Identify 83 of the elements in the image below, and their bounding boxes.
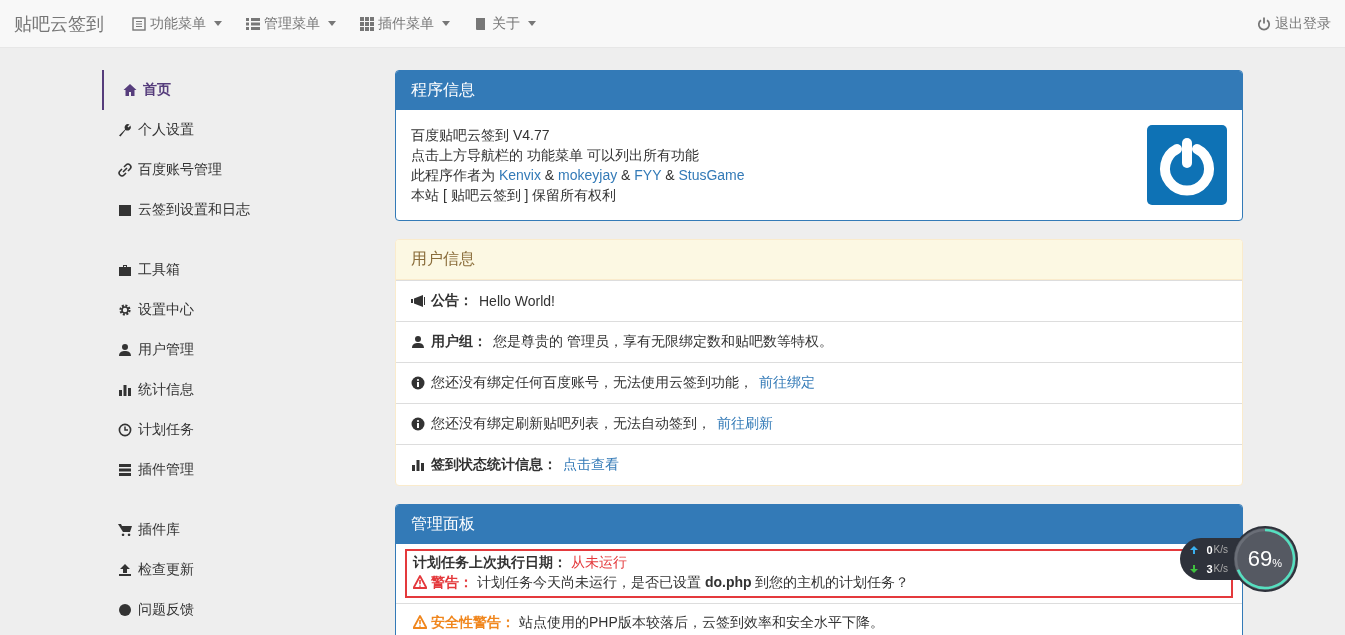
menu-dropdown[interactable]: 插件菜单 — [355, 14, 455, 33]
warning-text: 计划任务今天尚未运行，是否已设置 do.php 到您的主机的计划任务？ — [477, 573, 910, 592]
row-label: 签到状态统计信息： — [431, 456, 557, 474]
caret-icon — [214, 21, 222, 26]
speed-unit: K/s — [1213, 544, 1228, 555]
author-link[interactable]: Kenvix — [498, 167, 541, 183]
info-text: 本站 [ 贴吧云签到 ] 保留所有权利 — [411, 186, 618, 205]
warning-label: 安全性警告： — [431, 613, 515, 632]
upload-icon — [118, 563, 132, 577]
panel-title: 用户信息 — [396, 240, 1242, 280]
down-arrow-icon — [1190, 564, 1198, 573]
sidebar-item[interactable]: 计划任务 — [102, 410, 380, 450]
menu-dropdown[interactable]: 功能菜单 — [127, 14, 227, 33]
row-label: 公告： — [431, 292, 473, 310]
percent-sign: % — [1272, 557, 1283, 569]
power-logo-icon — [1147, 125, 1227, 205]
row-link[interactable]: 前往刷新 — [717, 415, 773, 433]
cart-icon — [118, 523, 132, 537]
sidebar-item[interactable]: 问题反馈 — [102, 590, 380, 630]
row-text: 您还没有绑定任何百度账号，无法使用云签到功能， — [431, 374, 753, 392]
up-arrow-icon — [1190, 545, 1198, 554]
sidebar-item[interactable]: 插件库 — [102, 510, 380, 550]
speed-unit: K/s — [1213, 563, 1228, 574]
menu-dropdown[interactable]: 管理菜单 — [241, 14, 341, 33]
row-label: 用户组： — [431, 333, 487, 351]
row-label: 计划任务上次执行日期： — [413, 553, 567, 572]
usage-percent: 69 — [1247, 546, 1273, 572]
user-icon — [411, 335, 425, 349]
warning-text: 站点使用的PHP版本较落后，云签到效率和安全水平下降。 — [519, 613, 884, 632]
panel-title: 程序信息 — [396, 71, 1242, 110]
sidebar-item[interactable]: 统计信息 — [102, 370, 380, 410]
user-icon — [118, 343, 132, 357]
download-speed: 3 — [1206, 562, 1213, 575]
bar-chart-icon — [411, 458, 425, 472]
home-icon — [123, 83, 137, 97]
usage-gauge-drawing — [1232, 526, 1298, 592]
logout-link[interactable]: 退出登录 — [1257, 14, 1331, 33]
author-link[interactable]: mokeyjay — [558, 167, 618, 183]
author-link[interactable]: FYY — [634, 167, 662, 183]
row-link[interactable]: 前往绑定 — [759, 374, 815, 392]
sidebar-item[interactable]: 插件管理 — [102, 450, 380, 490]
info-icon — [411, 417, 425, 431]
gear-icon — [118, 303, 132, 317]
caret-icon — [328, 21, 336, 26]
brand-link[interactable]: 贴吧云签到 — [14, 11, 104, 36]
sidebar-item[interactable]: 工具箱 — [102, 250, 380, 290]
status-text: 从未运行 — [571, 553, 627, 572]
row-text: 您还没有绑定刷新贴吧列表，无法自动签到， — [431, 415, 711, 433]
clock-icon — [118, 423, 132, 437]
list-icon — [246, 16, 260, 31]
book-icon — [474, 16, 488, 31]
sidebar-item[interactable]: 首页 — [102, 70, 380, 110]
wrench-icon — [118, 123, 132, 137]
list-icon — [118, 463, 132, 477]
sidebar-item[interactable]: 百度账号管理 — [102, 150, 380, 190]
author-link[interactable]: StusGame — [678, 167, 745, 183]
row-text: 您是尊贵的 管理员，享有无限绑定数和贴吧数等特权。 — [493, 333, 833, 351]
row-link[interactable]: 点击查看 — [563, 456, 619, 474]
grid-icon — [360, 16, 374, 31]
info-text: 此程序作者为 Kenvix & mokeyjay & FYY & StusGame — [411, 166, 745, 185]
menu-dropdown[interactable]: 关于 — [469, 14, 541, 33]
info-text: 百度贴吧云签到 V4.77 — [411, 126, 551, 145]
row-text: Hello World! — [479, 293, 555, 309]
warning-label: 警告： — [431, 573, 473, 592]
megaphone-icon — [411, 294, 425, 308]
info-text: 点击上方导航栏的 功能菜单 可以列出所有功能 — [411, 146, 700, 165]
sidebar-item[interactable]: 个人设置 — [102, 110, 380, 150]
link-icon — [118, 163, 132, 177]
list-icon — [132, 16, 146, 31]
sidebar-item[interactable]: 用户管理 — [102, 330, 380, 370]
bar-chart-icon — [118, 383, 132, 397]
warning-icon — [413, 615, 427, 629]
power-icon — [1257, 16, 1271, 31]
upload-speed: 0 — [1206, 543, 1213, 556]
panel-title: 管理面板 — [396, 505, 1242, 544]
sidebar-item[interactable]: 云签到设置和日志 — [102, 190, 380, 230]
sidebar-item[interactable]: 设置中心 — [102, 290, 380, 330]
sidebar-item[interactable]: 检查更新 — [102, 550, 380, 590]
caret-icon — [442, 21, 450, 26]
info-icon — [411, 376, 425, 390]
caret-icon — [528, 21, 536, 26]
toolbox-icon — [118, 263, 132, 277]
warning-icon — [413, 575, 427, 589]
